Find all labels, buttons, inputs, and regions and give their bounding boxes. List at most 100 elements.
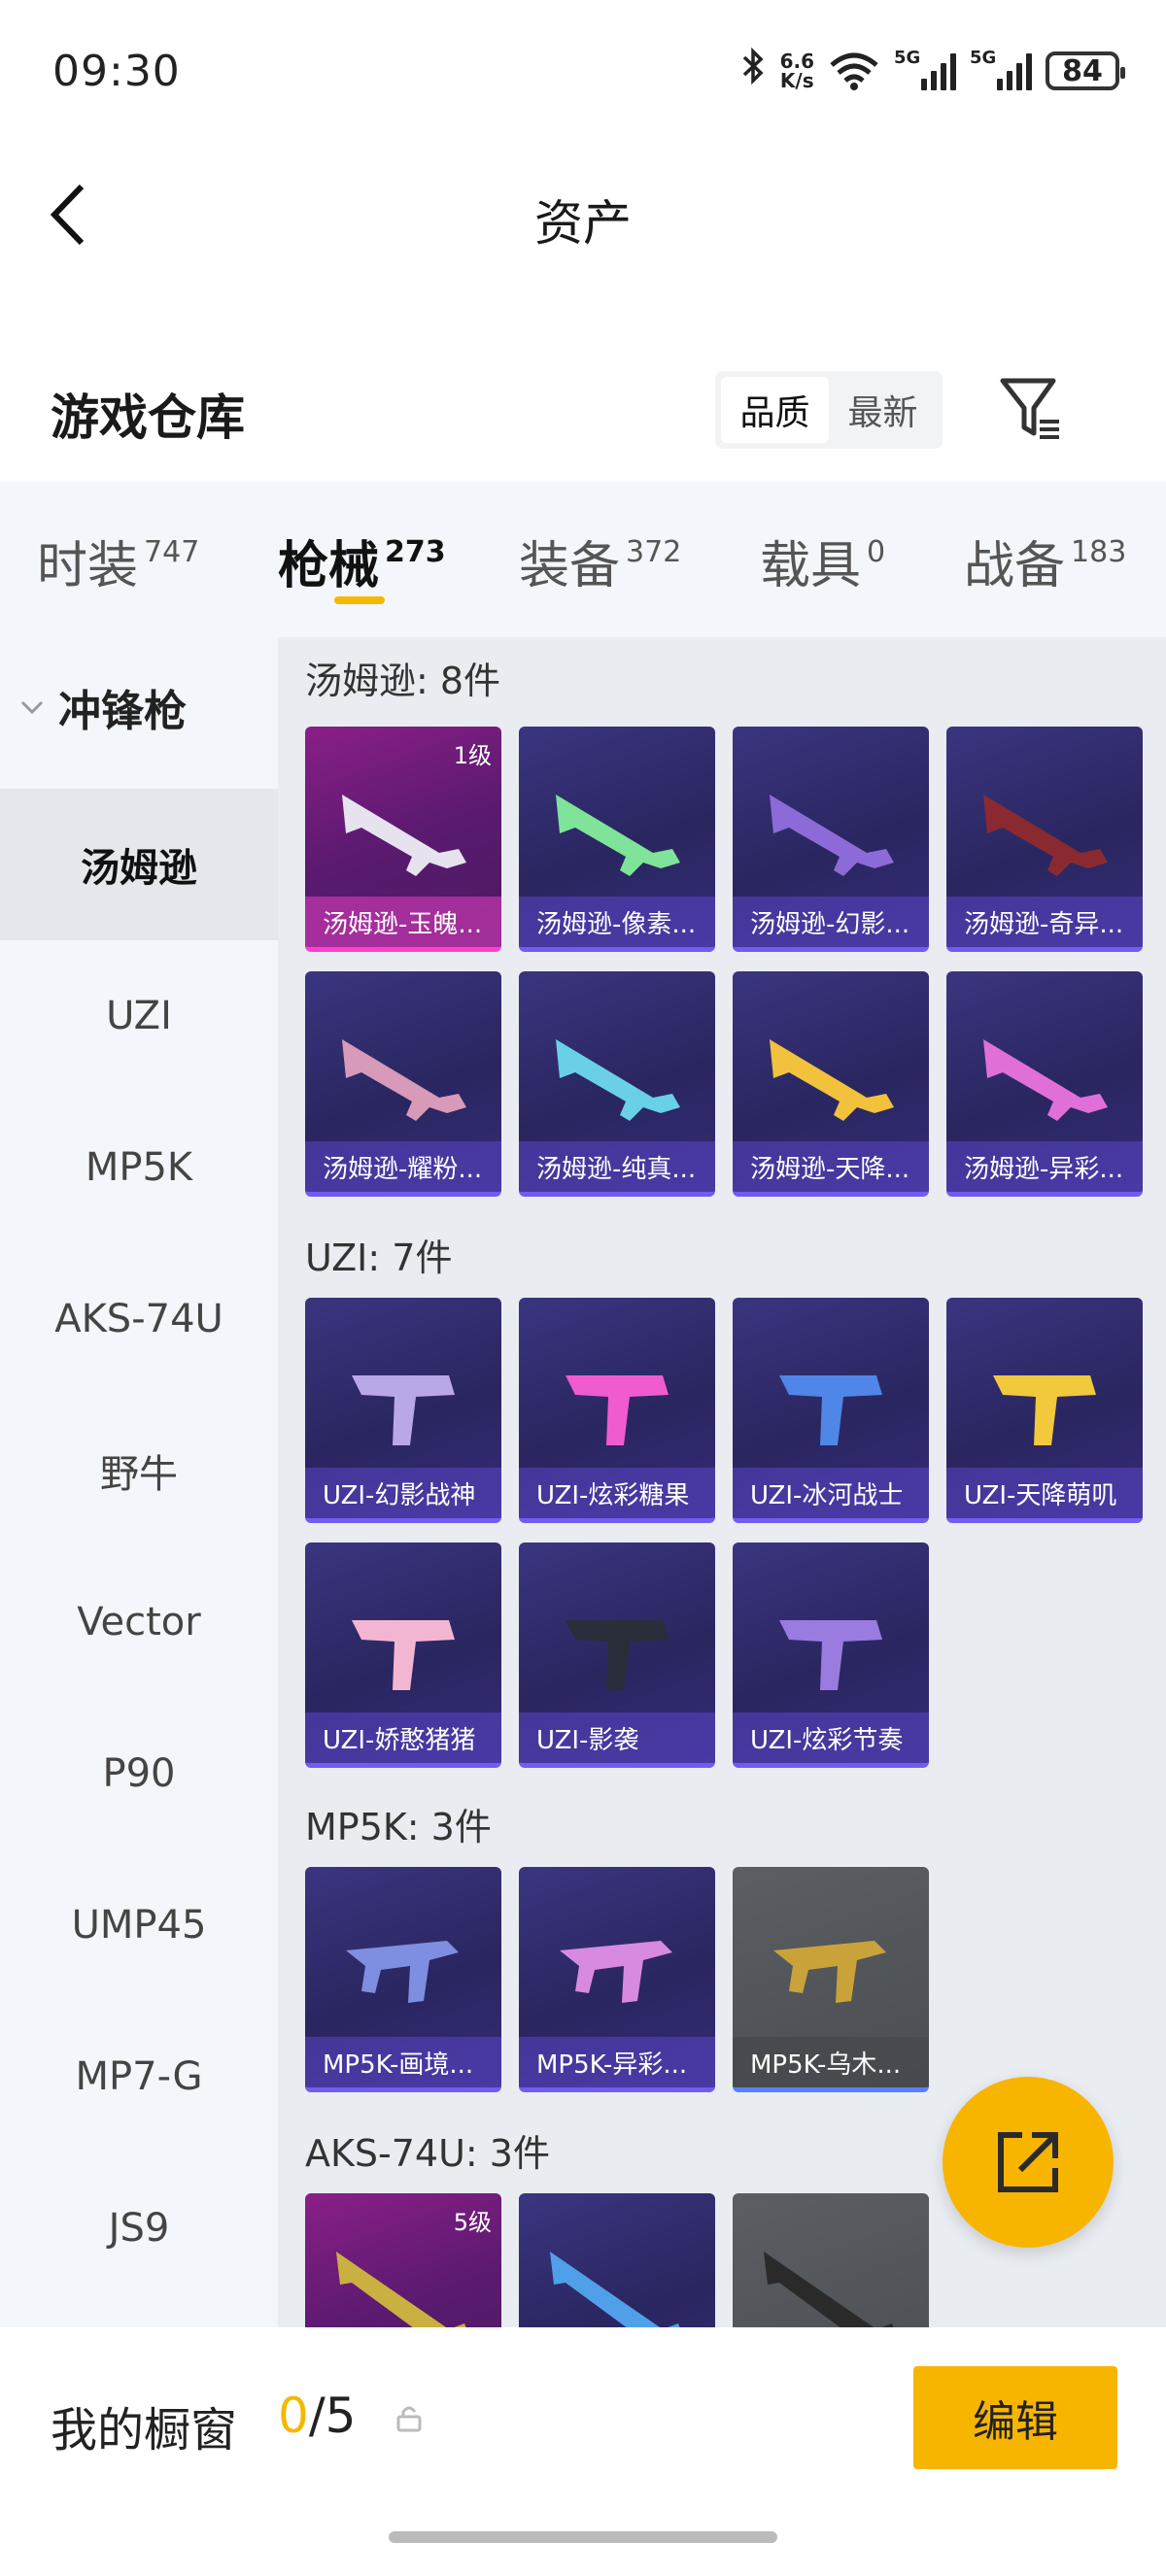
signal-1-icon: 5G bbox=[894, 48, 956, 90]
sort-quality-button[interactable]: 品质 bbox=[721, 377, 829, 443]
skin-card[interactable]: 汤姆逊-幻影... bbox=[733, 727, 929, 952]
smg-skin-icon bbox=[342, 795, 466, 876]
skin-name: 汤姆逊-像素... bbox=[519, 897, 715, 947]
weapon-type-nav: 冲锋枪 汤姆逊 UZI MP5K AKS-74U 野牛 Vector P90 U… bbox=[0, 637, 278, 2327]
warehouse-header: 游戏仓库 品质 最新 bbox=[0, 359, 1166, 466]
skin-name: 汤姆逊-纯真... bbox=[519, 1141, 715, 1192]
skin-card[interactable] bbox=[519, 2193, 715, 2327]
status-time: 09:30 bbox=[52, 47, 181, 96]
skin-card[interactable]: MP5K-乌木... bbox=[733, 1867, 929, 2092]
uzi-skin-icon bbox=[352, 1620, 455, 1690]
smg-skin-icon bbox=[342, 1039, 466, 1121]
group-title-uzi: UZI: 7件 bbox=[305, 1237, 453, 1279]
nav-item-ump45[interactable]: UMP45 bbox=[0, 1849, 278, 2001]
tab-fashion[interactable]: 时装 747 bbox=[37, 525, 199, 597]
uzi-skin-icon bbox=[779, 1375, 882, 1445]
skin-grid: 汤姆逊: 8件 1级 汤姆逊-玉魄... 汤姆逊-像素... 汤姆逊-幻影...… bbox=[278, 637, 1166, 2327]
home-indicator[interactable] bbox=[389, 2531, 777, 2543]
skin-name: MP5K-异彩... bbox=[519, 2037, 715, 2087]
group-title-thompson: 汤姆逊: 8件 bbox=[305, 660, 501, 702]
skin-card[interactable] bbox=[733, 2193, 929, 2327]
nav-item-mp5k[interactable]: MP5K bbox=[0, 1092, 278, 1243]
uzi-skin-icon bbox=[993, 1375, 1096, 1445]
nav-item-bizon[interactable]: 野牛 bbox=[0, 1395, 278, 1546]
nav-item-thompson[interactable]: 汤姆逊 bbox=[0, 789, 278, 940]
skin-card[interactable]: UZI-幻影战神 bbox=[305, 1298, 501, 1523]
skin-name: 汤姆逊-幻影... bbox=[733, 897, 929, 947]
tab-guns[interactable]: 枪械 273 bbox=[278, 525, 446, 597]
mp5k-skin-icon bbox=[346, 1941, 459, 2003]
showcase-bar: 我的橱窗 0/5 编辑 bbox=[0, 2327, 1166, 2576]
skin-card[interactable]: UZI-炫彩糖果 bbox=[519, 1298, 715, 1523]
skin-card[interactable]: 汤姆逊-异彩... bbox=[946, 971, 1143, 1197]
nav-item-js9[interactable]: JS9 bbox=[0, 2152, 278, 2304]
skin-card[interactable]: UZI-炫彩节奏 bbox=[733, 1542, 929, 1768]
rifle-skin-icon bbox=[550, 2252, 680, 2327]
nav-item-mp7g[interactable]: MP7-G bbox=[0, 2001, 278, 2152]
uzi-skin-icon bbox=[779, 1620, 882, 1690]
skin-card[interactable]: UZI-冰河战士 bbox=[733, 1298, 929, 1523]
skin-name: 汤姆逊-天降... bbox=[733, 1141, 929, 1192]
status-icons: 6.6 K/s 5G 5G 84 bbox=[741, 47, 1125, 95]
skin-name: UZI-影袭 bbox=[519, 1712, 715, 1763]
skin-name: UZI-炫彩糖果 bbox=[519, 1468, 715, 1518]
skin-card[interactable]: 5级 bbox=[305, 2193, 501, 2327]
smg-skin-icon bbox=[770, 1039, 894, 1121]
nav-item-vector[interactable]: Vector bbox=[0, 1546, 278, 1698]
group-title-mp5k: MP5K: 3件 bbox=[305, 1806, 492, 1848]
smg-skin-icon bbox=[983, 1039, 1108, 1121]
smg-skin-icon bbox=[556, 795, 680, 876]
skin-card[interactable]: UZI-娇憨猪猪 bbox=[305, 1542, 501, 1768]
skin-card[interactable]: MP5K-异彩... bbox=[519, 1867, 715, 2092]
skin-name: 汤姆逊-奇异... bbox=[946, 897, 1143, 947]
skin-card[interactable]: UZI-天降萌叽 bbox=[946, 1298, 1143, 1523]
lock-icon bbox=[396, 2406, 422, 2432]
skin-name: 汤姆逊-异彩... bbox=[946, 1141, 1143, 1192]
mp5k-skin-icon bbox=[773, 1941, 886, 2003]
skin-card[interactable]: UZI-影袭 bbox=[519, 1542, 715, 1768]
signal-2-icon: 5G bbox=[970, 48, 1032, 90]
skin-card[interactable]: 1级 汤姆逊-玉魄... bbox=[305, 727, 501, 952]
skin-name: UZI-幻影战神 bbox=[305, 1468, 501, 1518]
skin-card[interactable]: 汤姆逊-奇异... bbox=[946, 727, 1143, 952]
tab-supplies[interactable]: 战备 183 bbox=[964, 525, 1126, 597]
skin-card[interactable]: 汤姆逊-像素... bbox=[519, 727, 715, 952]
showcase-title: 我的橱窗 bbox=[51, 2403, 238, 2457]
skin-card[interactable]: 汤姆逊-耀粉... bbox=[305, 971, 501, 1197]
battery-icon: 84 bbox=[1046, 51, 1125, 90]
warehouse-title: 游戏仓库 bbox=[51, 390, 245, 446]
nav-item-uzi[interactable]: UZI bbox=[0, 940, 278, 1092]
tab-vehicles[interactable]: 载具 0 bbox=[760, 525, 885, 597]
bluetooth-icon bbox=[741, 47, 767, 95]
skin-card[interactable]: MP5K-画境... bbox=[305, 1867, 501, 2092]
filter-icon bbox=[1000, 378, 1059, 439]
uzi-skin-icon bbox=[566, 1620, 669, 1690]
smg-skin-icon bbox=[983, 795, 1108, 876]
nav-item-p90[interactable]: P90 bbox=[0, 1698, 278, 1849]
filter-button[interactable] bbox=[997, 373, 1065, 447]
active-tab-indicator bbox=[334, 596, 385, 604]
nav-item-aks74u[interactable]: AKS-74U bbox=[0, 1243, 278, 1395]
tab-equipment[interactable]: 装备 372 bbox=[519, 525, 681, 597]
category-tabs: 时装 747 枪械 273 装备 372 载具 0 战备 183 bbox=[0, 482, 1166, 637]
skin-card[interactable]: 汤姆逊-纯真... bbox=[519, 971, 715, 1197]
skin-name: 汤姆逊-玉魄... bbox=[305, 897, 501, 947]
sort-toggle: 品质 最新 bbox=[715, 371, 943, 449]
chevron-down-icon bbox=[20, 700, 44, 715]
skin-name: UZI-天降萌叽 bbox=[946, 1468, 1143, 1518]
page-title: 资产 bbox=[534, 195, 632, 252]
edit-button[interactable]: 编辑 bbox=[913, 2366, 1117, 2469]
wifi-icon bbox=[828, 51, 880, 90]
skin-name: UZI-娇憨猪猪 bbox=[305, 1712, 501, 1763]
mp5k-skin-icon bbox=[560, 1941, 672, 2003]
share-button[interactable] bbox=[943, 2077, 1114, 2248]
smg-skin-icon bbox=[770, 795, 894, 876]
sort-newest-button[interactable]: 最新 bbox=[829, 377, 937, 443]
skin-card[interactable]: 汤姆逊-天降... bbox=[733, 971, 929, 1197]
rifle-skin-icon bbox=[336, 2252, 466, 2327]
category-smg[interactable]: 冲锋枪 bbox=[17, 676, 187, 738]
skin-name: UZI-炫彩节奏 bbox=[733, 1712, 929, 1763]
uzi-skin-icon bbox=[352, 1375, 455, 1445]
group-title-aks74u: AKS-74U: 3件 bbox=[305, 2132, 550, 2175]
skin-name: 汤姆逊-耀粉... bbox=[305, 1141, 501, 1192]
